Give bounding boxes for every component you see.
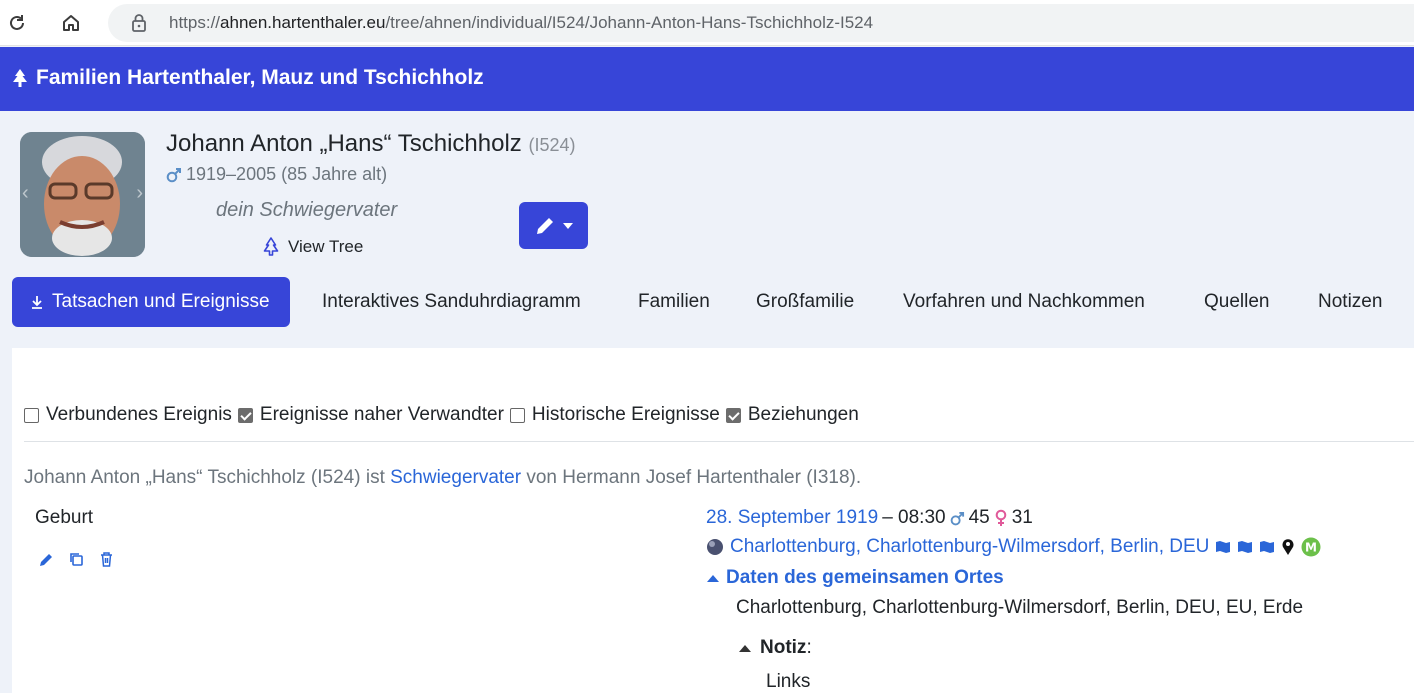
tree-icon: [13, 69, 27, 87]
svg-text:M: M: [1305, 541, 1317, 555]
male-icon: [166, 167, 181, 182]
lock-icon: [130, 13, 148, 38]
pencil-icon: [536, 217, 553, 234]
filter-label: Beziehungen: [747, 404, 859, 425]
checkbox[interactable]: [237, 407, 253, 423]
relationship-to-user: dein Schwiegervater: [216, 199, 398, 221]
mother-age: 31: [1011, 507, 1033, 528]
note-colon: :: [806, 637, 812, 658]
tab-facts-events[interactable]: Tatsachen und Ereignisse: [12, 277, 290, 327]
shared-place-value: Charlottenburg, Charlottenburg-Wilmersdo…: [736, 597, 1304, 618]
event-place-row: Charlottenburg, Charlottenburg-Wilmersdo…: [706, 536, 1321, 558]
individual-name-text: Johann Anton „Hans“ Tschichholz: [166, 130, 522, 157]
place-globe-icon: [707, 539, 723, 555]
note-toggle[interactable]: Notiz:: [738, 637, 812, 659]
openstreetmap-icon[interactable]: M: [1301, 537, 1321, 557]
individual-lifespan: 1919–2005 (85 Jahre alt): [166, 164, 387, 185]
checkbox[interactable]: [725, 407, 741, 423]
filter-label: Verbundenes Ereignis: [46, 404, 232, 425]
checkbox[interactable]: [509, 407, 525, 423]
copy-icon[interactable]: [68, 551, 85, 568]
address-bar[interactable]: https://ahnen.hartenthaler.eu/tree/ahnen…: [108, 4, 1414, 42]
note-text: Links: [766, 671, 811, 692]
filters-divider: [24, 441, 1414, 442]
relationship-text-before: Johann Anton „Hans“ Tschichholz (I524) i…: [24, 467, 391, 488]
place-link[interactable]: Charlottenburg, Charlottenburg-Wilmersdo…: [730, 536, 1209, 558]
view-tree-link[interactable]: View Tree: [262, 237, 363, 257]
site-title-text: Familien Hartenthaler, Mauz und Tschichh…: [36, 66, 484, 89]
caret-down-icon: [562, 222, 573, 229]
carousel-prev-icon[interactable]: ‹: [22, 182, 29, 205]
view-tree-label: View Tree: [288, 237, 364, 256]
site-title[interactable]: Familien Hartenthaler, Mauz und Tschichh…: [10, 66, 484, 90]
note-label: Notiz: [760, 637, 807, 658]
reload-icon[interactable]: [3, 9, 31, 37]
map-icon[interactable]: [1237, 540, 1253, 554]
father-age: 45: [968, 507, 990, 528]
caret-up-icon: [739, 645, 751, 652]
home-icon[interactable]: [57, 9, 85, 37]
shared-place-label: Daten des gemeinsamen Ortes: [726, 567, 1004, 588]
lifespan-text: 1919–2005 (85 Jahre alt): [186, 164, 388, 184]
tab-families[interactable]: Familien: [638, 277, 710, 327]
portrait-image: [20, 132, 145, 257]
map-icon[interactable]: [1259, 540, 1275, 554]
tab-ancestors-descendants[interactable]: Vorfahren und Nachkommen: [903, 277, 1145, 327]
event-date-row: 28. September 1919 – 08:30 45 31: [706, 507, 1033, 529]
tab-notes[interactable]: Notizen: [1318, 277, 1382, 327]
tab-extended-family[interactable]: Großfamilie: [756, 277, 854, 327]
tab-sources[interactable]: Quellen: [1204, 277, 1270, 327]
map-icon[interactable]: [1215, 540, 1231, 554]
event-time: – 08:30: [882, 507, 946, 528]
checkbox[interactable]: [24, 407, 39, 423]
individual-photo[interactable]: ‹ ›: [20, 132, 145, 257]
edit-menu-button[interactable]: [519, 202, 588, 249]
event-filters: Verbundenes Ereignis Ereignisse naher Ve…: [24, 404, 865, 426]
edit-icon[interactable]: [38, 551, 55, 568]
url-text: https://ahnen.hartenthaler.eu/tree/ahnen…: [169, 13, 874, 32]
event-actions: [38, 551, 115, 568]
browser-toolbar: https://ahnen.hartenthaler.eu/tree/ahnen…: [0, 0, 1414, 46]
relationship-link[interactable]: Schwiegervater: [390, 467, 521, 488]
individual-name: Johann Anton „Hans“ Tschichholz (I524): [166, 130, 575, 158]
map-pin-icon[interactable]: [1281, 538, 1295, 556]
relationship-text-after: von Hermann Josef Hartenthaler (I318).: [521, 467, 862, 488]
site-header: Familien Hartenthaler, Mauz und Tschichh…: [0, 47, 1414, 111]
filter-label: Ereignisse naher Verwandter: [259, 404, 504, 425]
female-icon: [995, 509, 1007, 526]
carousel-next-icon[interactable]: ›: [136, 182, 143, 205]
filter-associated-events[interactable]: Verbundenes Ereignis: [24, 404, 232, 426]
relationship-sentence: Johann Anton „Hans“ Tschichholz (I524) i…: [24, 467, 861, 489]
filter-historical-events[interactable]: Historische Ereignisse: [509, 404, 720, 426]
male-icon: [950, 511, 964, 525]
delete-icon[interactable]: [98, 551, 115, 568]
caret-up-icon: [707, 575, 719, 582]
event-type-label: Geburt: [35, 507, 94, 528]
facts-icon: [32, 296, 42, 309]
filter-relationships[interactable]: Beziehungen: [725, 404, 859, 426]
event-date-link[interactable]: 28. September 1919: [706, 507, 878, 529]
tab-label: Tatsachen und Ereignisse: [52, 291, 270, 312]
filter-close-relatives-events[interactable]: Ereignisse naher Verwandter: [237, 404, 504, 426]
tree-outline-icon: [263, 237, 279, 256]
filter-label: Historische Ereignisse: [531, 404, 720, 425]
tab-interactive-hourglass[interactable]: Interaktives Sanduhrdiagramm: [322, 277, 581, 327]
individual-xref: (I524): [528, 135, 576, 155]
shared-place-toggle[interactable]: Daten des gemeinsamen Ortes: [706, 567, 1004, 589]
